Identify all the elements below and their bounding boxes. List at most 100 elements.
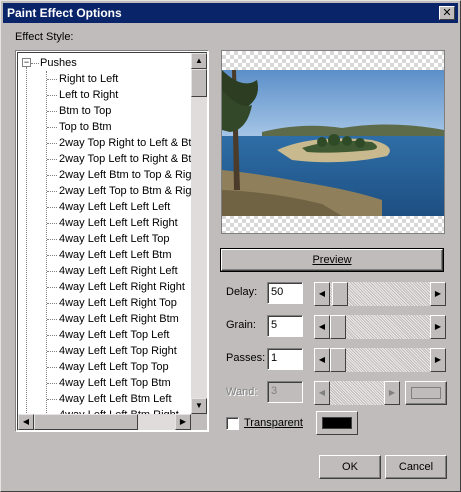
grain-label: Grain: — [226, 319, 256, 331]
tree-line — [47, 95, 57, 96]
grain-slider[interactable]: ◀ ▶ — [314, 315, 446, 339]
tree-line — [47, 207, 57, 208]
grain-increase-button[interactable]: ▶ — [430, 315, 446, 339]
tree-item[interactable]: 4way Left Left Top Top — [59, 359, 169, 375]
tree-item[interactable]: 4way Left Left Left Top — [59, 231, 169, 247]
transparent-color-swatch — [322, 417, 352, 429]
tree-item[interactable]: 4way Left Left Btm Left — [59, 391, 172, 407]
close-button[interactable]: ✕ — [439, 6, 455, 20]
delay-label: Delay: — [226, 286, 258, 298]
arrow-left-icon: ◀ — [318, 322, 326, 331]
tree-item[interactable]: 4way Left Left Top Right — [59, 343, 177, 359]
delay-field[interactable]: 50 — [267, 282, 303, 304]
wand-decrease-button: ◀ — [314, 381, 330, 405]
tree-line — [47, 143, 57, 144]
title-bar[interactable]: Paint Effect Options ✕ — [3, 3, 458, 23]
horizontal-scrollbar[interactable]: ◀ ▶ — [18, 414, 191, 430]
tree-line — [47, 79, 57, 80]
arrow-up-icon: ▲ — [195, 56, 203, 65]
passes-decrease-button[interactable]: ◀ — [314, 348, 330, 372]
tree-item[interactable]: 2way Top Left to Right & Btm — [59, 151, 196, 167]
grain-slider-thumb[interactable] — [330, 315, 346, 339]
effect-style-label: Effect Style: — [15, 31, 74, 43]
tree-item[interactable]: 4way Left Left Top Left — [59, 327, 169, 343]
tree-line — [47, 127, 57, 128]
tree-item[interactable]: Top to Btm — [59, 119, 112, 135]
tree-item[interactable]: 4way Left Left Right Btm — [59, 311, 179, 327]
transparent-color-button[interactable] — [316, 411, 358, 435]
tree-item[interactable]: Btm to Top — [59, 103, 111, 119]
passes-increase-button[interactable]: ▶ — [430, 348, 446, 372]
cancel-button[interactable]: Cancel — [385, 455, 447, 479]
tree-line — [47, 191, 57, 192]
tree-item[interactable]: 4way Left Left Right Right — [59, 279, 185, 295]
delay-slider-thumb[interactable] — [332, 282, 348, 306]
passes-field[interactable]: 1 — [267, 348, 303, 370]
vertical-scroll-thumb[interactable] — [191, 69, 207, 97]
tree-line — [31, 63, 39, 64]
paint-effect-options-dialog: Paint Effect Options ✕ Effect Style: − P… — [0, 0, 461, 492]
tree-item[interactable]: 2way Left Top to Btm & Righ — [59, 183, 196, 199]
tree-items: − Pushes Right to Left Left to Right Btm t… — [18, 55, 196, 415]
arrow-left-icon: ◀ — [22, 417, 30, 426]
wand-increase-button: ▶ — [384, 381, 400, 405]
passes-slider[interactable]: ◀ ▶ — [314, 348, 446, 372]
passes-slider-thumb[interactable] — [330, 348, 346, 372]
passes-label: Passes: — [226, 352, 266, 364]
tree-item[interactable]: 4way Left Left Right Left — [59, 263, 178, 279]
tree-line — [47, 351, 57, 352]
tree-line — [47, 319, 57, 320]
arrow-left-icon: ◀ — [318, 388, 326, 397]
scroll-down-button[interactable]: ▼ — [191, 398, 207, 414]
tree-line — [26, 67, 27, 415]
tree-item[interactable]: 2way Left Btm to Top & Righ — [59, 167, 196, 183]
effect-style-tree[interactable]: − Pushes Right to Left Left to Right Btm t… — [15, 50, 209, 432]
tree-line — [47, 175, 57, 176]
tree-line — [47, 239, 57, 240]
tree-item[interactable]: Right to Left — [59, 71, 118, 87]
window-title: Paint Effect Options — [7, 6, 122, 20]
delay-decrease-button[interactable]: ◀ — [314, 282, 330, 306]
tree-line — [47, 111, 57, 112]
scroll-right-button[interactable]: ▶ — [175, 414, 191, 430]
tree-line — [47, 159, 57, 160]
arrow-right-icon: ▶ — [434, 289, 442, 298]
arrow-right-icon: ▶ — [434, 322, 442, 331]
close-icon: ✕ — [442, 7, 452, 19]
tree-root-pushes[interactable]: Pushes — [40, 55, 77, 71]
collapse-icon[interactable]: − — [22, 58, 31, 67]
ok-button[interactable]: OK — [319, 455, 381, 479]
scroll-left-button[interactable]: ◀ — [18, 414, 34, 430]
arrow-right-icon: ▶ — [179, 417, 187, 426]
preview-button[interactable]: Preview — [220, 248, 444, 272]
tree-line — [46, 71, 47, 415]
tree-line — [47, 287, 57, 288]
wand-field: 3 — [267, 381, 303, 403]
tree-item[interactable]: 4way Left Left Left Right — [59, 215, 178, 231]
wand-label: Wand: — [226, 386, 258, 398]
tree-line — [47, 223, 57, 224]
tree-line — [47, 383, 57, 384]
transparent-label: Transparent — [244, 417, 303, 429]
delay-increase-button[interactable]: ▶ — [430, 282, 446, 306]
scroll-up-button[interactable]: ▲ — [191, 53, 207, 69]
delay-slider[interactable]: ◀ ▶ — [314, 282, 446, 306]
tree-item[interactable]: 4way Left Left Left Left — [59, 199, 170, 215]
horizontal-scroll-thumb[interactable] — [34, 414, 138, 430]
arrow-down-icon: ▼ — [195, 401, 203, 410]
arrow-left-icon: ◀ — [318, 355, 326, 364]
grain-field[interactable]: 5 — [267, 315, 303, 337]
tree-item[interactable]: 4way Left Left Top Btm — [59, 375, 171, 391]
tree-line — [47, 303, 57, 304]
tree-item[interactable]: Left to Right — [59, 87, 118, 103]
tree-line — [47, 399, 57, 400]
tree-item[interactable]: 2way Top Right to Left & Btm — [59, 135, 196, 151]
grain-decrease-button[interactable]: ◀ — [314, 315, 330, 339]
wand-slider: ◀ ▶ — [314, 381, 400, 405]
transparent-checkbox[interactable] — [226, 417, 239, 430]
tree-item[interactable]: 4way Left Left Right Top — [59, 295, 177, 311]
wand-color-swatch — [411, 387, 441, 399]
arrow-left-icon: ◀ — [318, 289, 326, 298]
vertical-scrollbar[interactable]: ▲ ▼ — [191, 53, 207, 414]
tree-item[interactable]: 4way Left Left Left Btm — [59, 247, 172, 263]
